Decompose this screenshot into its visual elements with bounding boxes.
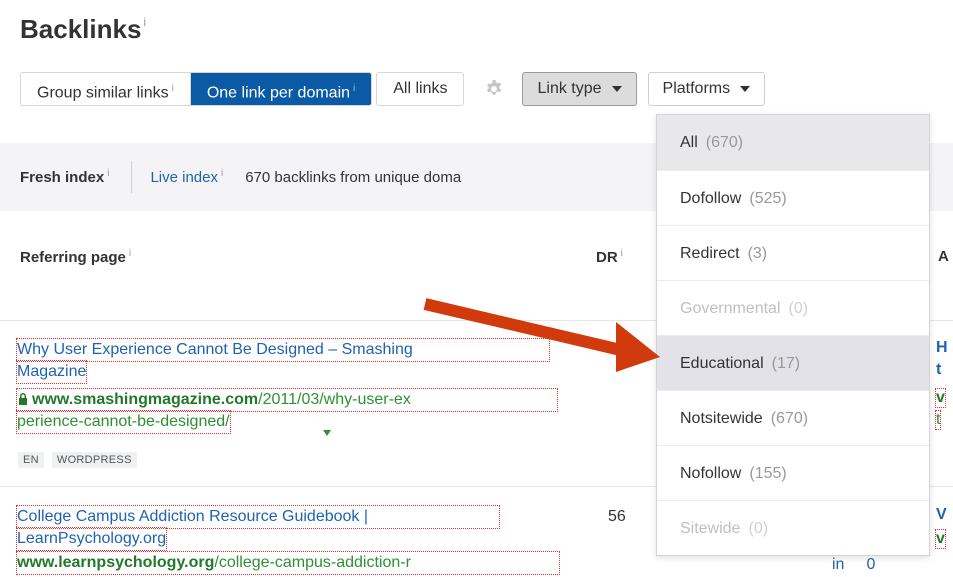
menu-item-count: (155)	[749, 465, 787, 482]
language-tag: EN	[18, 452, 44, 468]
caret-down-icon[interactable]	[323, 430, 331, 436]
dr-label: DR	[596, 249, 618, 266]
anchor-clipped: V	[936, 506, 947, 523]
referring-page-title-link[interactable]: College Campus Addiction Resource Guideb…	[16, 505, 500, 529]
platforms-label: Platforms	[662, 80, 731, 97]
menu-item-governmental: Governmental (0)	[657, 280, 929, 335]
grouping-toggle: Group similar links i One link per domain…	[20, 72, 373, 106]
menu-item-count: (670)	[705, 134, 744, 151]
url-clipped: v	[935, 529, 946, 549]
platforms-dropdown[interactable]: Platforms	[647, 72, 766, 106]
url-domain: www.learnpsychology.org	[17, 554, 215, 571]
menu-item-educational[interactable]: Educational (17)	[657, 335, 929, 390]
menu-item-label: Notsitewide	[680, 410, 763, 427]
menu-item-count: (0)	[748, 520, 769, 537]
title-line: Why User Experience Cannot Be Designed –…	[17, 341, 413, 358]
menu-item-count: (17)	[771, 355, 801, 372]
dr-value: 56	[608, 508, 626, 525]
info-icon[interactable]: i	[353, 83, 355, 94]
menu-item-nofollow[interactable]: Nofollow (155)	[657, 445, 929, 500]
tag-list: EN WORDPRESS	[18, 452, 137, 468]
menu-item-sitewide: Sitewide (0)	[657, 500, 929, 555]
menu-item-count: (525)	[749, 190, 787, 207]
menu-item-count: (0)	[788, 300, 809, 317]
info-icon[interactable]: i	[172, 83, 174, 94]
lock-icon	[19, 393, 27, 405]
referring-page-url[interactable]: perience-cannot-be-designed/	[16, 410, 231, 434]
referring-page-url[interactable]: www.smashingmagazine.com/2011/03/why-use…	[16, 388, 558, 412]
menu-item-redirect[interactable]: Redirect (3)	[657, 225, 929, 280]
title-line: College Campus Addiction Resource Guideb…	[17, 508, 369, 525]
group-similar-links-button[interactable]: Group similar links i	[21, 73, 190, 105]
menu-item-notsitewide[interactable]: Notsitewide (670)	[657, 390, 929, 445]
caret-down-icon	[611, 85, 622, 92]
link-type-label: Link type	[537, 80, 602, 97]
referring-page-label: Referring page	[20, 249, 126, 266]
backlinks-summary: 670 backlinks from unique doma	[245, 168, 462, 186]
title-line: Magazine	[17, 363, 87, 380]
menu-item-count: (670)	[770, 410, 809, 427]
menu-item-label: Dofollow	[680, 190, 742, 207]
link-type-dropdown[interactable]: Link type	[522, 72, 637, 106]
menu-item-label: Nofollow	[680, 465, 742, 482]
one-link-per-domain-button[interactable]: One link per domain i	[189, 73, 372, 105]
live-index-link[interactable]: Live index i	[150, 168, 223, 186]
one-link-per-domain-label: One link per domain	[206, 84, 351, 102]
menu-item-label: Sitewide	[680, 520, 741, 537]
arrow-head	[616, 322, 660, 372]
live-index-label: Live index	[150, 169, 218, 186]
platform-tag: WORDPRESS	[51, 452, 137, 468]
referring-page-title-link[interactable]: LearnPsychology.org	[15, 527, 168, 551]
in-link[interactable]: in	[832, 556, 844, 573]
page-title-text: Backlinks	[20, 14, 142, 44]
link-type-menu: All (670) Dofollow (525) Redirect (3) Gover…	[656, 114, 930, 556]
column-header-dr[interactable]: DR i	[596, 248, 623, 266]
url-clipped: t	[934, 410, 942, 430]
info-icon[interactable]: i	[621, 248, 623, 259]
caret-down-icon	[740, 85, 751, 92]
url-path: /2011/03/why-user-ex	[258, 391, 411, 408]
info-icon[interactable]: i	[129, 248, 131, 259]
column-header-referring-page[interactable]: Referring page i	[20, 248, 131, 266]
menu-item-label: Governmental	[680, 300, 781, 317]
gear-icon[interactable]	[484, 79, 504, 99]
url-clipped: v	[935, 388, 946, 408]
anchor-clipped: t	[936, 361, 942, 378]
all-links-button[interactable]: All links	[376, 72, 465, 106]
referring-page-title-link[interactable]: Magazine	[15, 360, 88, 384]
menu-item-count: (3)	[747, 245, 768, 262]
fresh-index-label: Fresh index	[20, 169, 105, 186]
menu-item-label: Educational	[680, 355, 764, 372]
partial-cells: in 0	[832, 556, 875, 574]
referring-page-title-link[interactable]: Why User Experience Cannot Be Designed –…	[16, 338, 550, 362]
url-path: perience-cannot-be-designed/	[17, 413, 230, 430]
divider	[131, 161, 133, 193]
referring-page-url[interactable]: www.learnpsychology.org/college-campus-a…	[16, 551, 560, 575]
title-line: LearnPsychology.org	[17, 530, 167, 547]
group-similar-links-label: Group similar links	[37, 84, 169, 102]
toolbar: Group similar links i One link per domain…	[20, 72, 766, 106]
anchor-clipped: H	[936, 339, 948, 356]
url-path: /college-campus-addiction-r	[214, 554, 411, 571]
info-icon[interactable]: i	[143, 15, 146, 29]
page-title: Backlinks i	[20, 14, 146, 45]
menu-item-label: Redirect	[680, 245, 740, 262]
zero-link[interactable]: 0	[866, 556, 875, 573]
url-domain: www.smashingmagazine.com	[32, 391, 259, 408]
fresh-index-tab[interactable]: Fresh index i	[20, 168, 109, 186]
column-header-next[interactable]: A	[938, 248, 949, 265]
info-icon[interactable]: i	[107, 168, 109, 179]
menu-item-dofollow[interactable]: Dofollow (525)	[657, 170, 929, 225]
info-icon[interactable]: i	[221, 168, 223, 179]
menu-item-all[interactable]: All (670)	[657, 115, 929, 170]
menu-item-label: All	[680, 134, 698, 151]
